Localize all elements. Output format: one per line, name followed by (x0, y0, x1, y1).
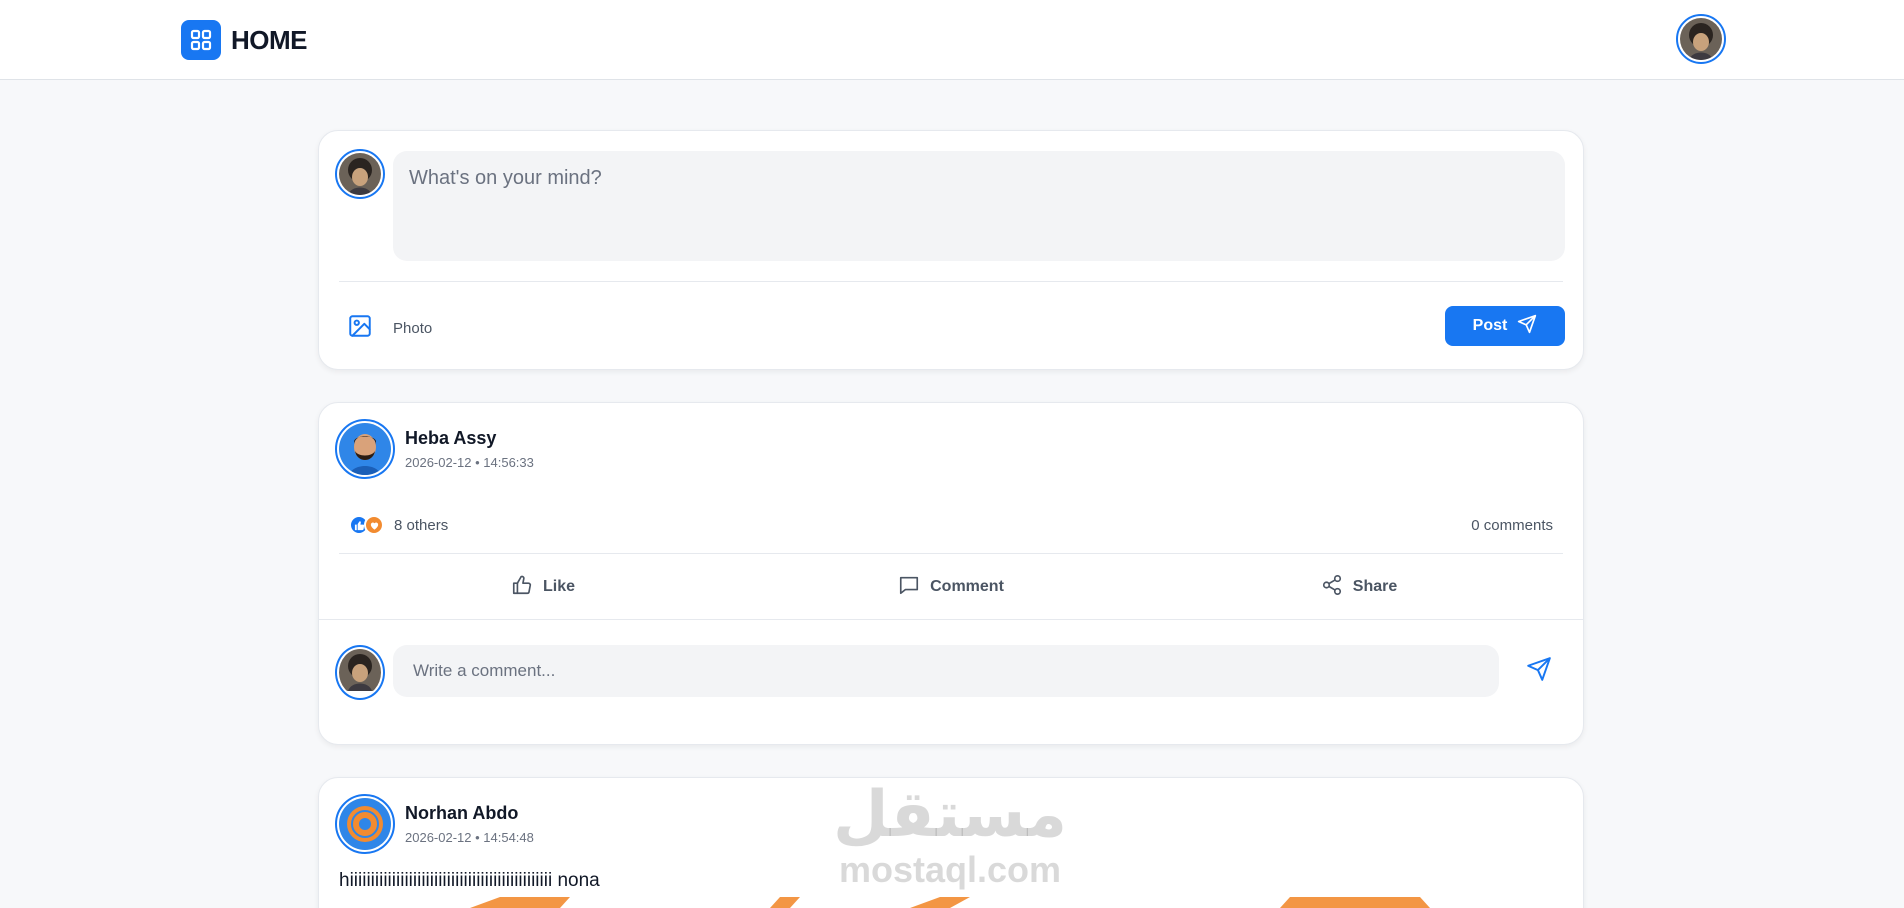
post-button[interactable]: Post (1445, 306, 1565, 346)
post-card: Norhan Abdo 2026-02-12 • 14:54:48 hiiiii… (318, 777, 1584, 908)
post-author[interactable]: Heba Assy (405, 428, 534, 449)
post-actions: Like Comment Share (339, 565, 1563, 609)
avatar[interactable] (335, 419, 395, 479)
post-header: Norhan Abdo 2026-02-12 • 14:54:48 (335, 794, 534, 854)
avatar (1680, 18, 1722, 60)
divider (339, 281, 1563, 282)
like-button[interactable]: Like (339, 565, 747, 609)
share-icon (1321, 574, 1343, 601)
thumbs-up-icon (511, 574, 533, 601)
page-title: HOME (231, 24, 308, 55)
comment-button[interactable]: Comment (747, 565, 1155, 609)
home-logo[interactable]: HOME (181, 20, 308, 60)
send-comment-button[interactable] (1523, 655, 1555, 687)
post-label: Post (1472, 317, 1508, 334)
send-icon (1526, 656, 1552, 687)
comment-input[interactable] (393, 645, 1499, 697)
photo-label: Photo (393, 320, 433, 337)
share-button[interactable]: Share (1155, 565, 1563, 609)
heart-reaction-icon (364, 515, 384, 535)
create-post-card: Photo Post (318, 130, 1584, 370)
send-icon (1517, 314, 1537, 339)
avatar (335, 149, 385, 199)
post-timestamp: 2026-02-12 • 14:56:33 (405, 455, 534, 470)
divider (319, 619, 1583, 620)
share-label: Share (1352, 578, 1398, 595)
avatar (335, 645, 385, 700)
like-label: Like (542, 578, 575, 595)
post-header: Heba Assy 2026-02-12 • 14:56:33 (335, 419, 534, 479)
divider (339, 553, 1563, 554)
post-input[interactable] (393, 151, 1565, 261)
reactions-summary[interactable]: 8 others (349, 515, 448, 535)
top-navbar: HOME (0, 0, 1904, 80)
post-body: hiiiiiiiiiiiiiiiiiiiiiiiiiiiiiiiiiiiiiii… (339, 870, 600, 891)
image-icon (347, 313, 373, 344)
comment-label: Comment (930, 578, 1004, 595)
photo-button[interactable]: Photo (347, 313, 432, 344)
comments-count[interactable]: 0 comments (1471, 517, 1553, 534)
post-timestamp: 2026-02-12 • 14:54:48 (405, 830, 534, 845)
post-card: Heba Assy 2026-02-12 • 14:56:33 8 others… (318, 402, 1584, 745)
comment-icon (898, 574, 920, 601)
user-avatar-menu[interactable] (1676, 14, 1726, 64)
avatar[interactable] (335, 794, 395, 854)
reactions-count: 8 others (394, 516, 449, 534)
post-author[interactable]: Norhan Abdo (405, 803, 534, 824)
grid-icon (181, 20, 221, 60)
